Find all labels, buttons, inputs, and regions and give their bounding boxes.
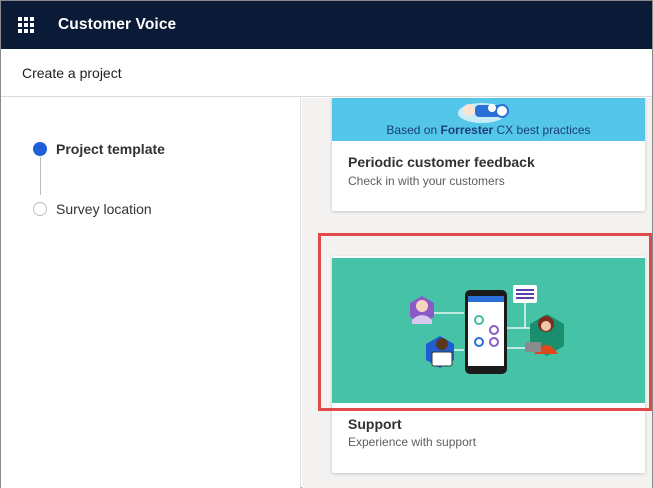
card-subtitle: Experience with support xyxy=(348,435,477,449)
support-illustration xyxy=(410,285,564,374)
page-header: Create a project xyxy=(1,49,652,97)
app-title[interactable]: Customer Voice xyxy=(58,16,176,34)
step-project-template[interactable]: Project template xyxy=(33,141,165,157)
top-bar: Customer Voice xyxy=(1,1,652,49)
waffle-icon[interactable] xyxy=(18,17,34,33)
template-card-periodic-feedback[interactable]: Based on Forrester CX best practices Per… xyxy=(332,98,645,211)
page-title: Create a project xyxy=(22,64,122,81)
card-banner xyxy=(332,258,645,403)
steps-pane: Project template Survey location xyxy=(1,98,301,488)
templates-pane: Based on Forrester CX best practices Per… xyxy=(302,98,652,488)
card-banner-caption: Based on Forrester CX best practices xyxy=(386,123,591,137)
card-title: Periodic customer feedback xyxy=(348,154,535,170)
step-label: Survey location xyxy=(56,201,152,217)
template-card-support[interactable]: Support Experience with support xyxy=(332,256,645,473)
step-label: Project template xyxy=(56,141,165,157)
step-survey-location[interactable]: Survey location xyxy=(33,201,152,217)
step-active-indicator xyxy=(33,142,47,156)
card-subtitle: Check in with your customers xyxy=(348,174,505,188)
step-inactive-indicator xyxy=(33,202,47,216)
card-banner: Based on Forrester CX best practices xyxy=(332,98,645,141)
step-connector xyxy=(40,157,41,195)
card-title: Support xyxy=(348,416,402,432)
